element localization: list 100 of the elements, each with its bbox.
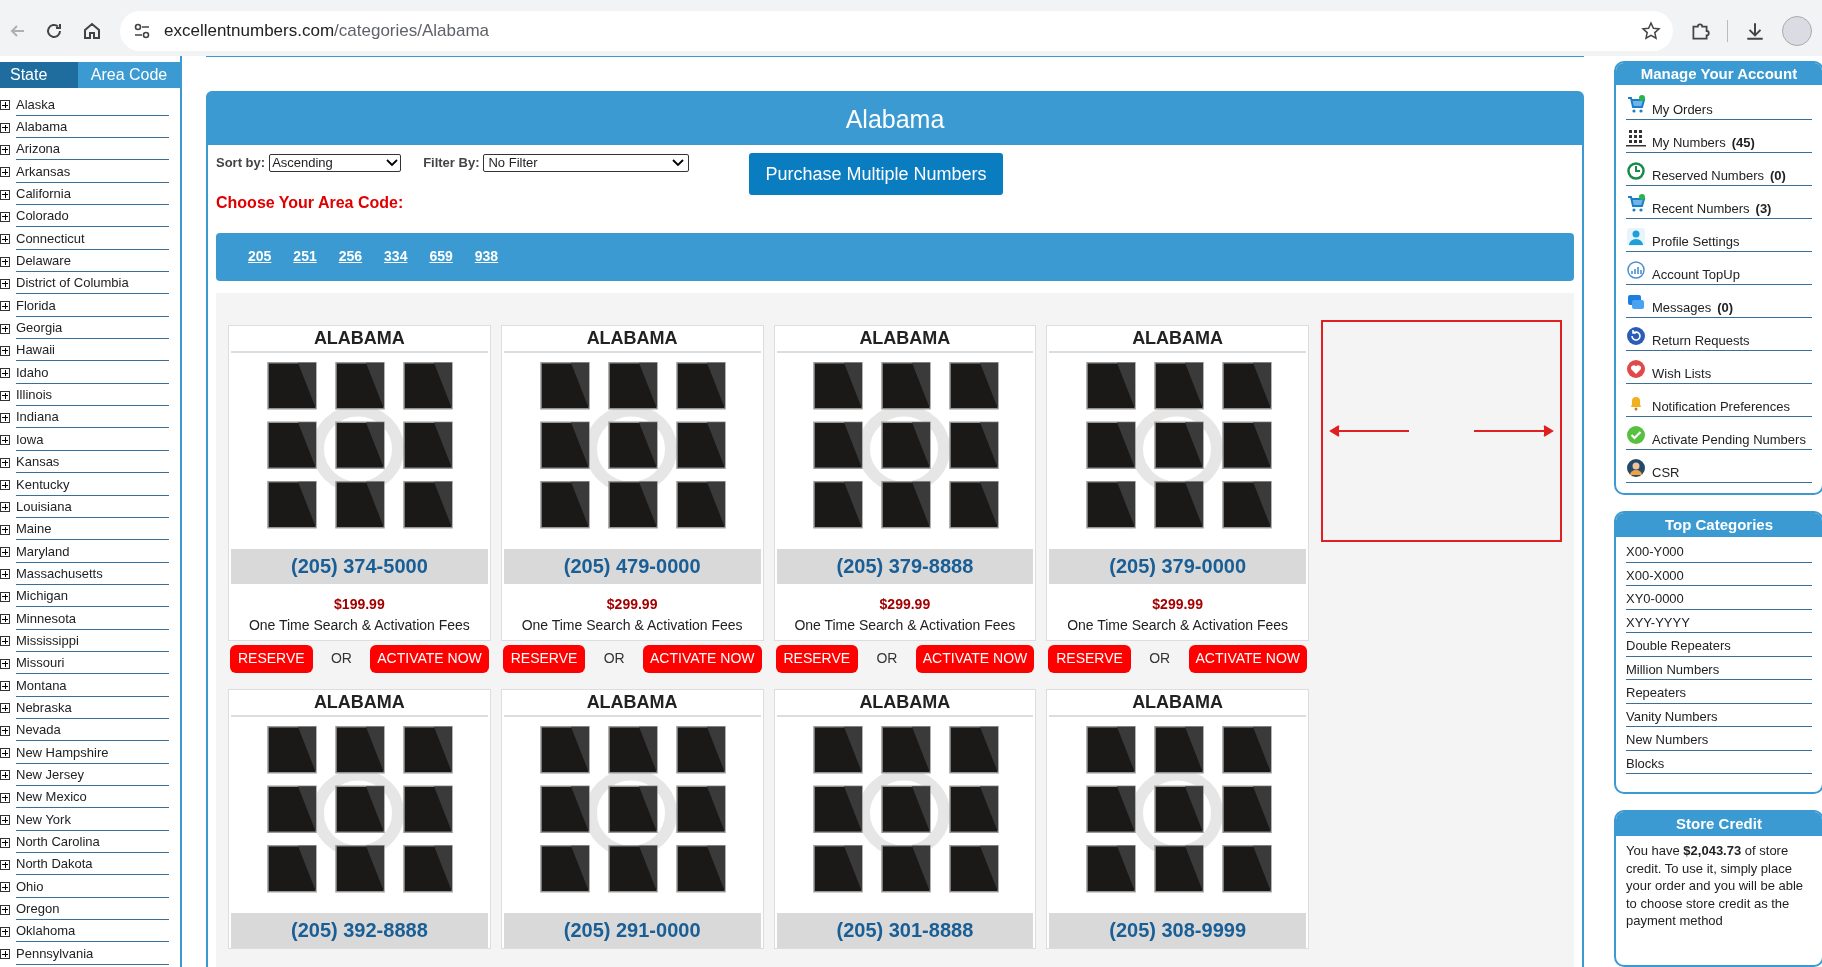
state-link[interactable]: Mississippi — [16, 630, 169, 652]
expand-icon[interactable] — [0, 457, 10, 468]
sort-dropdown[interactable]: Ascending — [269, 153, 402, 172]
category-link[interactable]: New Numbers — [1626, 727, 1812, 751]
state-link[interactable]: Pennsylvania — [16, 943, 169, 965]
state-link[interactable]: Louisiana — [16, 496, 169, 518]
state-link[interactable]: Iowa — [16, 429, 169, 451]
state-link[interactable]: Idaho — [16, 362, 169, 384]
expand-icon[interactable] — [0, 837, 10, 848]
left-arrow-icon[interactable] — [1329, 424, 1409, 437]
state-link[interactable]: Oregon — [16, 899, 169, 921]
reload-icon[interactable] — [44, 21, 64, 41]
state-link[interactable]: Colorado — [16, 206, 169, 228]
expand-icon[interactable] — [0, 144, 10, 155]
state-link[interactable]: North Dakota — [16, 854, 169, 876]
expand-icon[interactable] — [0, 368, 10, 379]
account-menu-item[interactable]: My Orders — [1652, 102, 1713, 117]
category-link[interactable]: Double Repeaters — [1626, 633, 1812, 657]
state-link[interactable]: Arkansas — [16, 161, 169, 183]
star-icon[interactable] — [1641, 21, 1661, 41]
expand-icon[interactable] — [0, 345, 10, 356]
expand-icon[interactable] — [0, 211, 10, 222]
state-link[interactable]: New Jersey — [16, 765, 169, 786]
state-link[interactable]: Georgia — [16, 318, 169, 340]
reserve-button[interactable]: RESERVE — [230, 644, 313, 673]
expand-icon[interactable] — [0, 413, 10, 423]
expand-icon[interactable] — [0, 770, 10, 781]
state-link[interactable]: Montana — [16, 675, 169, 697]
expand-icon[interactable] — [0, 636, 10, 647]
category-link[interactable]: X00-X000 — [1626, 562, 1812, 586]
expand-icon[interactable] — [0, 547, 10, 558]
phone-number[interactable]: (205) 379-0000 — [1049, 548, 1306, 584]
expand-icon[interactable] — [0, 591, 10, 602]
state-link[interactable]: Arizona — [16, 139, 169, 161]
download-icon[interactable] — [1744, 20, 1766, 42]
activate-button[interactable]: ACTIVATE NOW — [915, 644, 1035, 673]
expand-icon[interactable] — [0, 100, 10, 111]
account-menu-item[interactable]: Notification Preferences — [1652, 399, 1790, 414]
state-link[interactable]: Florida — [16, 295, 169, 317]
expand-icon[interactable] — [0, 703, 10, 714]
state-link[interactable]: Michigan — [16, 586, 169, 608]
phone-number[interactable]: (205) 374-5000 — [231, 548, 488, 584]
expand-icon[interactable] — [0, 882, 10, 893]
account-menu-item[interactable]: Activate Pending Numbers — [1652, 432, 1806, 447]
state-link[interactable]: Illinois — [16, 385, 169, 407]
state-link[interactable]: Alaska — [16, 94, 169, 116]
state-link[interactable]: Minnesota — [16, 608, 169, 630]
expand-icon[interactable] — [0, 815, 10, 826]
phone-number[interactable]: (205) 392-8888 — [231, 912, 488, 948]
account-menu-item[interactable]: Return Requests — [1652, 333, 1750, 348]
state-link[interactable]: Maine — [16, 519, 169, 541]
expand-icon[interactable] — [0, 502, 10, 513]
state-link[interactable]: Alabama — [16, 117, 169, 138]
state-link[interactable]: Indiana — [16, 407, 169, 429]
account-menu-item[interactable]: Profile Settings — [1652, 234, 1740, 249]
phone-number[interactable]: (205) 291-0000 — [503, 912, 761, 948]
category-link[interactable]: Blocks — [1626, 750, 1812, 774]
category-link[interactable]: Vanity Numbers — [1626, 703, 1812, 727]
state-link[interactable]: New York — [16, 809, 169, 831]
state-link[interactable]: Connecticut — [16, 228, 169, 250]
reserve-button[interactable]: RESERVE — [1048, 644, 1131, 673]
category-link[interactable]: XYY-YYYY — [1626, 609, 1812, 633]
category-link[interactable]: X00-Y000 — [1626, 539, 1812, 563]
expand-icon[interactable] — [0, 926, 10, 937]
expand-icon[interactable] — [0, 323, 10, 334]
category-link[interactable]: Million Numbers — [1626, 656, 1812, 680]
purchase-multiple-button[interactable]: Purchase Multiple Numbers — [749, 153, 1003, 195]
expand-icon[interactable] — [0, 658, 10, 669]
account-menu-item[interactable]: CSR — [1652, 465, 1680, 480]
account-menu-item[interactable]: Messages (0) — [1652, 300, 1734, 315]
expand-icon[interactable] — [0, 256, 10, 267]
account-menu-item[interactable]: Wish Lists — [1652, 366, 1712, 381]
right-arrow-icon[interactable] — [1474, 424, 1554, 437]
expand-icon[interactable] — [0, 614, 10, 625]
account-menu-item[interactable]: Recent Numbers (3) — [1652, 201, 1772, 216]
reserve-button[interactable]: RESERVE — [502, 644, 586, 673]
state-link[interactable]: Ohio — [16, 876, 169, 898]
expand-icon[interactable] — [0, 725, 10, 736]
state-link[interactable]: Hawaii — [16, 340, 169, 362]
expand-icon[interactable] — [0, 480, 10, 490]
state-link[interactable]: Massachusetts — [16, 563, 169, 585]
expand-icon[interactable] — [0, 390, 10, 401]
activate-button[interactable]: ACTIVATE NOW — [1188, 644, 1307, 673]
filter-dropdown[interactable]: No Filter — [483, 153, 690, 172]
activate-button[interactable]: ACTIVATE NOW — [643, 644, 762, 673]
phone-number[interactable]: (205) 308-9999 — [1049, 912, 1306, 948]
expand-icon[interactable] — [0, 681, 10, 692]
account-menu-item[interactable]: Account TopUp — [1652, 267, 1740, 282]
account-menu-item[interactable]: My Numbers (45) — [1652, 135, 1755, 150]
expand-icon[interactable] — [0, 435, 10, 446]
expand-icon[interactable] — [0, 792, 10, 803]
phone-number[interactable]: (205) 479-0000 — [503, 548, 761, 584]
phone-number[interactable]: (205) 301-8888 — [776, 912, 1034, 948]
expand-icon[interactable] — [0, 859, 10, 870]
state-link[interactable]: Delaware — [16, 251, 169, 273]
expand-icon[interactable] — [0, 524, 10, 535]
expand-icon[interactable] — [0, 189, 10, 200]
state-link[interactable]: North Carolina — [16, 832, 169, 853]
state-link[interactable]: Maryland — [16, 541, 169, 563]
phone-number[interactable]: (205) 379-8888 — [776, 548, 1034, 584]
